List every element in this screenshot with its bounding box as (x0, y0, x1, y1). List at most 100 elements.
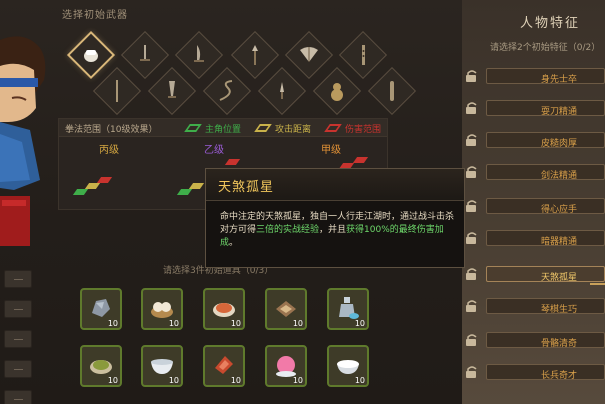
trait-label: 骨骼清奇 (541, 339, 578, 349)
character-portrait (0, 36, 46, 246)
trait-label: 身先士卒 (541, 75, 578, 85)
stir-fry-icon (90, 360, 112, 374)
dish-icon (213, 303, 235, 317)
lock-icon (466, 300, 477, 312)
wine-bottle-icon (339, 297, 359, 319)
item-wine-bottle[interactable]: 10 (327, 288, 369, 330)
trait-label: 剑法精通 (541, 171, 578, 181)
item-quantity: 10 (354, 319, 365, 328)
traits-subtitle: 请选择2个初始特征（0/2） (490, 43, 601, 53)
range-tile-player (176, 189, 193, 195)
slot[interactable] (4, 270, 32, 288)
trait-label: 暗器精通 (541, 237, 578, 247)
fan-icon (300, 47, 318, 62)
weapon-section-title: 选择初始武器 (62, 10, 128, 21)
item-ore[interactable]: 10 (80, 288, 122, 330)
tooltip-highlight: 三倍的实战经验 (256, 225, 320, 235)
trait-row[interactable]: 骨骼清奇 (462, 330, 605, 350)
item-quantity: 10 (107, 319, 118, 328)
trait-label: 皮糙肉厚 (541, 139, 578, 149)
range-tile-range (188, 183, 205, 189)
trait-button[interactable]: 琴棋生巧 (486, 298, 605, 315)
item-peach-bun[interactable]: 10 (265, 345, 307, 387)
whip-icon (219, 80, 233, 101)
item-bun-basket[interactable]: 10 (141, 288, 183, 330)
range-title: 拳法范围（10级效果） (65, 125, 158, 135)
trait-row[interactable]: 身先士卒 (462, 66, 605, 86)
trait-label: 天煞孤星 (541, 273, 578, 283)
item-quantity: 10 (168, 319, 179, 328)
item-quantity: 10 (230, 376, 241, 385)
trait-row[interactable]: 剑法精通 (462, 162, 605, 182)
trait-row[interactable]: 琴棋生巧 (462, 296, 605, 316)
tier-label-a: 甲级 (321, 145, 341, 156)
item-quantity: 10 (292, 376, 303, 385)
trait-row[interactable]: 天煞孤星 (462, 264, 605, 284)
meat-icon (215, 356, 233, 374)
item-quantity: 10 (292, 319, 303, 328)
lock-icon (466, 166, 477, 178)
slot[interactable] (4, 360, 32, 378)
trait-label: 得心应手 (541, 205, 578, 215)
trait-button[interactable]: 耍刀精通 (486, 100, 605, 117)
lock-icon (466, 102, 477, 114)
trait-button[interactable]: 暗器精通 (486, 230, 605, 247)
lock-icon (466, 232, 477, 244)
flute-icon (362, 45, 365, 65)
item-quantity: 10 (107, 376, 118, 385)
selection-pointer (590, 283, 605, 285)
trait-button[interactable]: 骨骼清奇 (486, 332, 605, 349)
lock-icon (466, 334, 477, 346)
trait-button[interactable]: 皮糙肉厚 (486, 132, 605, 149)
legend-damage-label: 伤害范围 (345, 125, 382, 135)
club-icon (390, 81, 394, 101)
slot[interactable] (4, 330, 32, 348)
item-dish[interactable]: 10 (203, 288, 245, 330)
equipment-slots (0, 262, 36, 404)
item-stir-fry[interactable]: 10 (80, 345, 122, 387)
cake-icon (276, 301, 296, 317)
fist-icon (84, 50, 98, 62)
legend-player-label: 主角位置 (205, 125, 242, 135)
trait-label: 耍刀精通 (541, 107, 578, 117)
tooltip-text: 。 (229, 238, 239, 248)
trait-row[interactable]: 得心应手 (462, 196, 605, 216)
item-rice-bowl[interactable]: 10 (327, 345, 369, 387)
item-quantity: 10 (230, 319, 241, 328)
trait-row[interactable]: 暗器精通 (462, 228, 605, 248)
legend-range-label: 攻击距离 (275, 125, 312, 135)
bun-basket-icon (151, 302, 173, 318)
item-bowl[interactable]: 10 (141, 345, 183, 387)
slot[interactable] (4, 300, 32, 318)
range-tile-damage (96, 177, 113, 183)
item-quantity: 10 (168, 376, 179, 385)
lock-icon (466, 70, 477, 82)
item-meat[interactable]: 10 (203, 345, 245, 387)
range-tile-damage (352, 157, 369, 163)
trait-button[interactable]: 天煞孤星 (486, 266, 605, 283)
range-tile-range (84, 183, 101, 189)
bowl-icon (151, 359, 173, 374)
trait-tooltip: 天煞孤星 命中注定的天煞孤星，独自一人行走江湖时，通过战斗击杀对方可得三倍的实战… (205, 168, 465, 268)
slot[interactable] (4, 390, 32, 404)
trait-row[interactable]: 长兵奇才 (462, 362, 605, 382)
trait-button[interactable]: 身先士卒 (486, 68, 605, 85)
trait-label: 长兵奇才 (541, 371, 578, 381)
lock-icon (466, 366, 477, 378)
trait-label: 琴棋生巧 (541, 305, 578, 315)
trait-row[interactable]: 皮糙肉厚 (462, 130, 605, 150)
item-cake[interactable]: 10 (265, 288, 307, 330)
peach-bun-icon (276, 356, 296, 377)
rice-bowl-icon (337, 360, 359, 374)
trait-button[interactable]: 剑法精通 (486, 164, 605, 181)
trait-button[interactable]: 长兵奇才 (486, 364, 605, 381)
lock-icon (466, 200, 477, 212)
item-quantity: 10 (354, 376, 365, 385)
range-tile-damage (224, 159, 241, 165)
trait-row[interactable]: 耍刀精通 (462, 98, 605, 118)
lock-icon (466, 268, 477, 280)
spear-icon (252, 45, 258, 65)
trait-button[interactable]: 得心应手 (486, 198, 605, 215)
tier-label-c: 丙级 (99, 145, 119, 156)
tooltip-text: ，并且 (319, 225, 347, 235)
